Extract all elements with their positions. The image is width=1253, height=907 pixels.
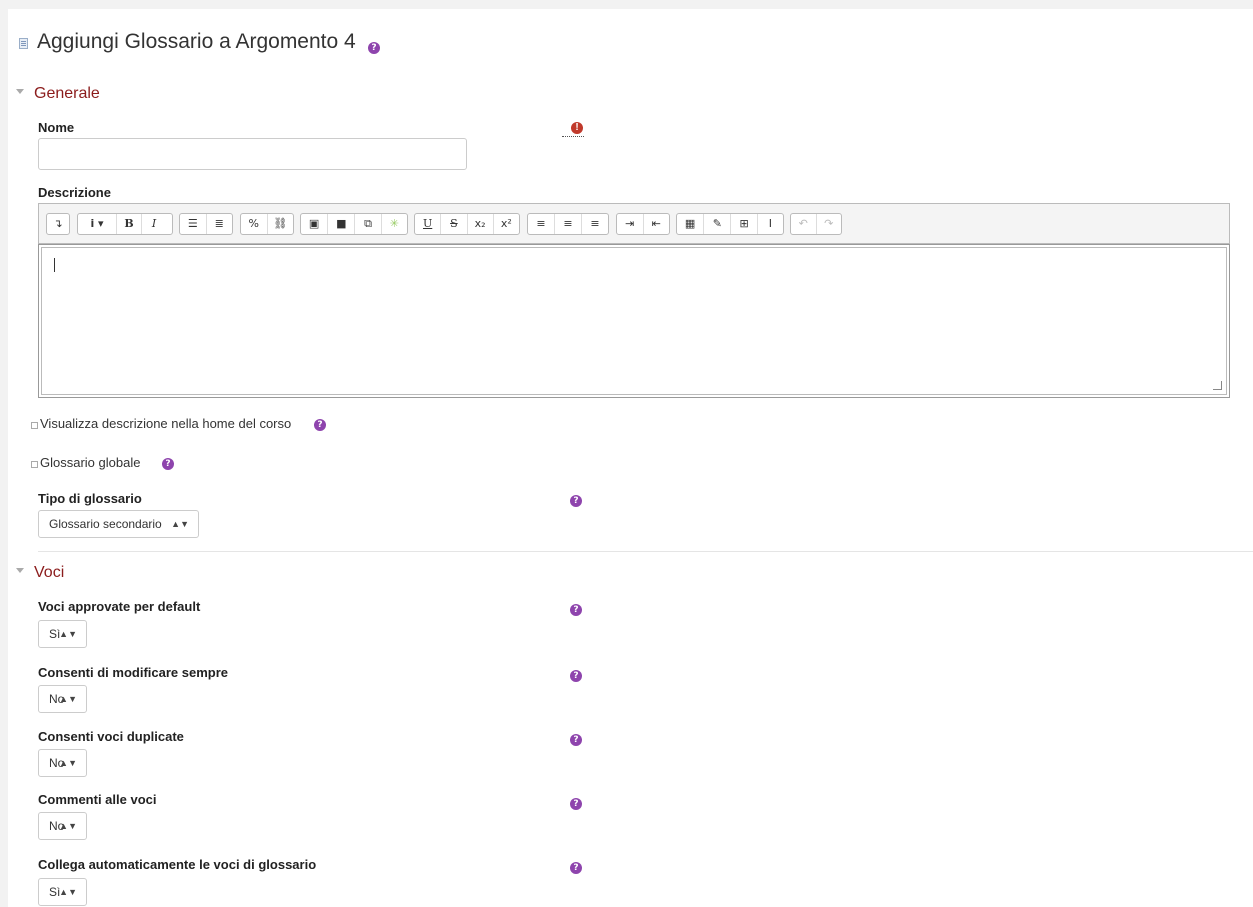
show-description-label: Visualizza descrizione nella home del co…: [40, 416, 292, 431]
chevron-down-icon: [16, 89, 24, 95]
select-arrows-icon: ▲▼: [59, 821, 77, 831]
editor-toolbar: ↴ i ▾ B I ☰ ≣ % ⛓ ▣ ■ ⧉ ✳ U S x₂ x² ≡ ≡ …: [38, 203, 1230, 244]
align-left-icon[interactable]: ≡: [528, 214, 555, 234]
table-icon[interactable]: ⊞: [731, 214, 758, 234]
sparkle-icon[interactable]: ✳: [382, 214, 407, 234]
toolbar-group-lists: ☰ ≣: [179, 213, 233, 235]
autolink-select[interactable]: Sì ▲▼: [38, 878, 87, 906]
video-icon[interactable]: ■: [328, 214, 356, 234]
question-circle-icon[interactable]: ?: [570, 798, 582, 810]
always-edit-label: Consenti di modificare sempre: [38, 665, 228, 680]
duplicates-label: Consenti voci duplicate: [38, 729, 184, 744]
link-icon[interactable]: %: [241, 214, 268, 234]
clear-format-icon[interactable]: I: [758, 214, 783, 234]
page-icon: [19, 38, 28, 49]
resize-handle-icon[interactable]: [1213, 381, 1222, 390]
toolbar-group-media: ▣ ■ ⧉ ✳: [300, 213, 408, 235]
toolbar-group-history: ↶ ↷: [790, 213, 842, 235]
question-circle-icon[interactable]: ?: [570, 734, 582, 746]
question-circle-icon[interactable]: ?: [570, 862, 582, 874]
ordered-list-icon[interactable]: ≣: [207, 214, 233, 234]
autolink-label: Collega automaticamente le voci di gloss…: [38, 857, 317, 872]
page-title: Aggiungi Glossario a Argomento 4: [37, 30, 356, 53]
question-circle-icon[interactable]: ?: [570, 670, 582, 682]
approved-label: Voci approvate per default: [38, 599, 201, 614]
toolbar-group-indent: ⇥ ⇤: [616, 213, 670, 235]
toolbar-group-style: i ▾ B I: [77, 213, 173, 235]
global-glossary-label: Glossario globale: [40, 455, 141, 470]
select-arrows-icon: ▲▼: [59, 758, 77, 768]
comments-label: Commenti alle voci: [38, 792, 157, 807]
select-arrows-icon: ▲▼: [59, 887, 77, 897]
always-edit-select[interactable]: No ▲▼: [38, 685, 87, 713]
underline-button[interactable]: U: [415, 214, 442, 234]
select-arrows-icon: ▲▼: [59, 629, 77, 639]
question-circle-icon[interactable]: ?: [162, 458, 174, 470]
comments-select[interactable]: No ▲▼: [38, 812, 87, 840]
global-glossary-checkbox[interactable]: [31, 461, 38, 468]
bold-button[interactable]: B: [117, 214, 142, 234]
toolbar-group-align: ≡ ≡ ≡: [527, 213, 609, 235]
toolbar-group-format: U S x₂ x²: [414, 213, 520, 235]
section-label-voci: Voci: [34, 564, 65, 581]
question-circle-icon[interactable]: ?: [570, 604, 582, 616]
outdent-icon[interactable]: ⇤: [644, 214, 670, 234]
chevron-down-icon: [16, 568, 24, 574]
align-center-icon[interactable]: ≡: [555, 214, 582, 234]
redo-icon[interactable]: ↷: [817, 214, 842, 234]
toolbar-group-insert: ▦ ✎ ⊞ I: [676, 213, 784, 235]
file-manager-icon[interactable]: ⧉: [355, 214, 382, 234]
select-arrows-icon: ▲▼: [59, 694, 77, 704]
exclamation-circle-icon: !: [571, 122, 583, 134]
left-bar: [0, 9, 8, 907]
descrizione-label: Descrizione: [38, 185, 111, 200]
show-description-checkbox[interactable]: [31, 422, 38, 429]
calculator-icon[interactable]: ▦: [677, 214, 705, 234]
glossary-type-select[interactable]: Glossario secondario ▲▼: [38, 510, 199, 538]
section-header-generale[interactable]: Generale: [16, 85, 100, 103]
style-dropdown-button[interactable]: i ▾: [78, 214, 117, 234]
section-header-voci[interactable]: Voci: [16, 564, 64, 582]
undo-icon[interactable]: ↶: [791, 214, 817, 234]
question-circle-icon[interactable]: ?: [314, 419, 326, 431]
glossary-type-value: Glossario secondario: [49, 517, 162, 531]
description-editor[interactable]: [38, 244, 1230, 398]
strikethrough-button[interactable]: S: [441, 214, 468, 234]
nome-label: Nome: [38, 120, 75, 135]
subscript-button[interactable]: x₂: [468, 214, 494, 234]
section-label-generale: Generale: [34, 85, 100, 102]
question-circle-icon[interactable]: ?: [368, 42, 380, 54]
italic-button[interactable]: I: [142, 214, 166, 234]
indent-icon[interactable]: ⇥: [617, 214, 644, 234]
collapse-toolbar-button[interactable]: ↴: [47, 214, 69, 234]
image-icon[interactable]: ▣: [301, 214, 329, 234]
approved-select[interactable]: Sì ▲▼: [38, 620, 87, 648]
toolbar-group-links: % ⛓: [240, 213, 294, 235]
section-divider: [38, 551, 1253, 552]
superscript-button[interactable]: x²: [494, 214, 519, 234]
question-circle-icon[interactable]: ?: [570, 495, 582, 507]
toolbar-group-collapse: ↴: [46, 213, 70, 235]
text-cursor: [54, 258, 55, 272]
select-arrows-icon: ▲▼: [171, 519, 189, 529]
unordered-list-icon[interactable]: ☰: [180, 214, 207, 234]
unlink-icon[interactable]: ⛓: [268, 214, 294, 234]
required-underline: [562, 136, 584, 137]
nome-input[interactable]: [38, 138, 467, 170]
editor-content[interactable]: [41, 247, 1227, 395]
top-bar: [0, 0, 1253, 9]
glossary-type-label: Tipo di glossario: [38, 491, 142, 506]
align-right-icon[interactable]: ≡: [582, 214, 608, 234]
duplicates-select[interactable]: No ▲▼: [38, 749, 87, 777]
edit-icon[interactable]: ✎: [704, 214, 732, 234]
